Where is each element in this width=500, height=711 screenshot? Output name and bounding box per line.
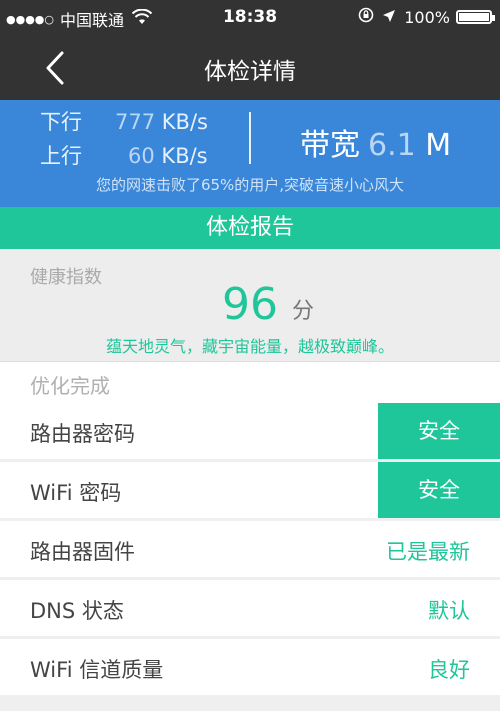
upload-unit: KB/s	[161, 144, 208, 168]
status-text: 良好	[428, 658, 470, 682]
navigation-bar: 体检详情	[0, 34, 500, 100]
upload-speed: 60 KB/s	[128, 144, 208, 168]
status-badge: 安全	[378, 403, 500, 459]
speed-panel: 下行 777 KB/s 上行 60 KB/s 带宽 6.1 M 您的网速击败了65…	[0, 100, 500, 207]
page-title: 体检详情	[204, 59, 296, 85]
item-name: 路由器密码	[30, 422, 135, 446]
upload-label: 上行	[40, 144, 82, 168]
bandwidth-value: 6.1	[368, 128, 416, 163]
status-text: 默认	[428, 599, 470, 623]
battery-percent: 100%	[404, 7, 450, 27]
item-name: WiFi 信道质量	[30, 658, 164, 682]
health-score: 96	[222, 279, 278, 330]
item-name: DNS 状态	[30, 599, 124, 623]
download-unit: KB/s	[161, 110, 208, 134]
orientation-lock-icon	[358, 7, 374, 27]
item-name: 路由器固件	[30, 540, 135, 564]
download-speed: 777 KB/s	[115, 110, 208, 134]
health-slogan: 蕴天地灵气，藏宇宙能量，越极致巅峰。	[105, 337, 394, 356]
status-right: 100%	[358, 7, 495, 27]
download-value: 777	[115, 110, 156, 134]
optimized-header: 优化完成	[0, 361, 500, 403]
speed-divider	[249, 112, 251, 164]
bandwidth-unit: M	[425, 128, 452, 163]
health-section: 健康指数 96 分 蕴天地灵气，藏宇宙能量，越极致巅峰。	[0, 249, 500, 361]
status-badge: 安全	[378, 462, 500, 518]
report-header: 体检报告	[0, 207, 500, 249]
status-text: 已是最新	[386, 540, 470, 564]
status-bar: ●●●●○ 中国联通 18:38 100%	[0, 0, 500, 34]
list-item-wifi-channel-quality[interactable]: WiFi 信道质量 良好	[0, 639, 500, 695]
list-item-router-firmware[interactable]: 路由器固件 已是最新	[0, 521, 500, 577]
bandwidth: 带宽 6.1 M	[300, 120, 451, 164]
list-item-wifi-password[interactable]: WiFi 密码 安全	[0, 462, 500, 518]
download-label: 下行	[40, 110, 82, 134]
battery-icon	[456, 10, 495, 24]
location-arrow-icon	[382, 8, 396, 27]
health-label: 健康指数	[30, 267, 102, 288]
list-item-router-password[interactable]: 路由器密码 安全	[0, 403, 500, 459]
health-score-unit: 分	[292, 299, 315, 324]
optimized-label: 优化完成	[30, 374, 110, 398]
item-name: WiFi 密码	[30, 481, 122, 505]
upload-value: 60	[128, 144, 155, 168]
speed-note: 您的网速击败了65%的用户,突破音速小心风大	[95, 176, 405, 194]
list-item-dns-status[interactable]: DNS 状态 默认	[0, 580, 500, 636]
bandwidth-label: 带宽	[300, 128, 360, 163]
